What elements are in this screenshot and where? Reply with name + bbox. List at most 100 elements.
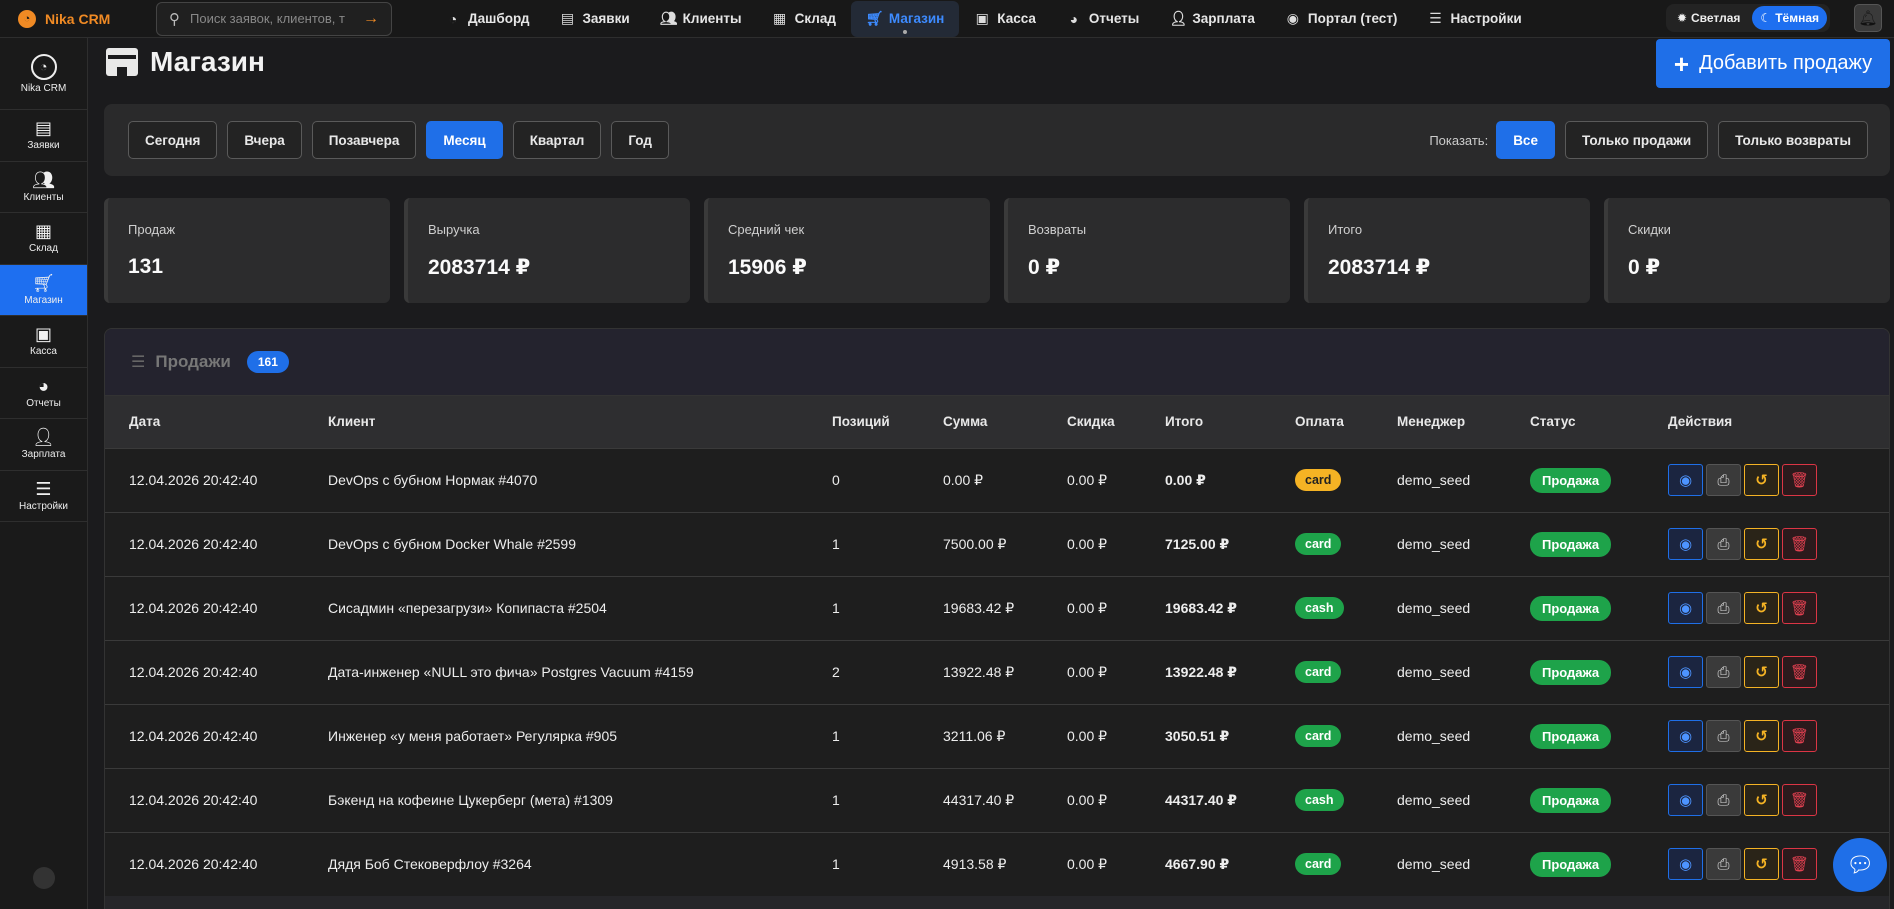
return-button[interactable]: ↺ [1744,592,1779,624]
view-button[interactable]: ◉ [1668,784,1703,816]
return-button[interactable]: ↺ [1744,784,1779,816]
cell-date: 12.04.2026 20:42:40 [105,447,328,512]
print-button[interactable]: ⎙ [1706,848,1741,881]
cell-positions: 2 [832,639,943,704]
boxes-icon: ▦ [34,221,52,242]
trash-icon: 🗑︎ [1789,600,1810,617]
notifications-bell-icon[interactable]: 🔔︎ [1854,4,1882,32]
print-button[interactable]: ⎙ [1706,720,1741,752]
show-option-button-2[interactable]: Только возвраты [1718,121,1868,159]
delete-button[interactable]: 🗑︎ [1782,784,1817,816]
chat-bubble-icon[interactable]: 💬︎ [1833,838,1887,892]
table-body: 12.04.2026 20:42:40 DevOps с бубном Норма… [105,447,1889,896]
print-button[interactable]: ⎙ [1706,784,1741,816]
nav-item-9[interactable]: ☰ Настройки [1412,1,1536,37]
delete-button[interactable]: 🗑︎ [1782,592,1817,624]
nav-item-3[interactable]: ▦ Склад [757,1,851,37]
brand[interactable]: ◔ Nika CRM [0,9,146,28]
sales-panel: ☰ Продажи 161 Дата Клиент Позиций Сумма Скид… [104,328,1890,909]
theme-dark-button[interactable]: ☾ Тёмная [1752,6,1827,30]
search-submit-icon[interactable]: → [363,10,379,28]
cell-manager: demo_seed [1397,831,1530,896]
sidebar-item-6[interactable]: ◕ Отчеты [0,368,87,419]
view-button[interactable]: ◉ [1668,592,1703,624]
nav-item-6[interactable]: ◕ Отчеты [1051,1,1154,37]
return-button[interactable]: ↺ [1744,848,1779,881]
cell-discount: 0.00 ₽ [1067,511,1165,576]
period-button-4[interactable]: Квартал [512,121,602,159]
period-button-1[interactable]: Вчера [227,121,302,159]
view-button[interactable]: ◉ [1668,848,1703,881]
sidebar-item-2[interactable]: 👥︎ Клиенты [0,162,87,213]
stat-title: Возвраты [1028,222,1087,237]
sidebar-footer-avatar[interactable] [33,867,55,889]
nav-item-5[interactable]: ▣ Касса [959,1,1051,37]
view-button[interactable]: ◉ [1668,720,1703,752]
sidebar-item-0[interactable]: ◔ Nika CRM [0,38,87,110]
print-button[interactable]: ⎙ [1706,592,1741,624]
return-button[interactable]: ↺ [1744,528,1779,560]
nav-item-1[interactable]: ▤ Заявки [544,1,644,37]
cell-sum: 7500.00 ₽ [943,511,1067,576]
period-button-3[interactable]: Месяц [426,121,503,159]
view-button[interactable]: ◉ [1668,528,1703,560]
nav-item-label: Настройки [1450,11,1522,26]
store-icon [106,48,138,76]
sidebar-item-7[interactable]: 👤︎ Зарплата [0,419,87,471]
delete-button[interactable]: 🗑︎ [1782,848,1817,881]
nav-item-8[interactable]: ◉ Портал (тест) [1270,1,1413,37]
payment-badge: card [1295,469,1342,491]
cell-actions: ◉ ⎙ ↺ 🗑︎ [1668,511,1889,576]
cell-discount: 0.00 ₽ [1067,447,1165,512]
add-sale-button[interactable]: + Добавить продажу [1656,39,1890,88]
sidebar-item-1[interactable]: ▤ Заявки [0,110,87,162]
return-button[interactable]: ↺ [1744,720,1779,752]
sidebar-item-5[interactable]: ▣ Касса [0,316,87,368]
view-button[interactable]: ◉ [1668,464,1703,496]
status-badge: Продажа [1530,467,1612,493]
period-button-0[interactable]: Сегодня [128,121,218,159]
nav-item-4[interactable]: 🛒︎ Магазин [850,0,960,37]
stat-value: 0 ₽ [1028,256,1061,279]
eye-icon: ◉ [1678,664,1693,681]
theme-light-button[interactable]: ✹ Светлая [1669,6,1748,30]
delete-button[interactable]: 🗑︎ [1782,720,1817,752]
return-button[interactable]: ↺ [1744,464,1779,496]
cell-total: 3050.51 ₽ [1165,703,1295,768]
show-option-button-0[interactable]: Все [1496,121,1555,159]
eye-icon: ◉ [1678,728,1693,745]
print-button[interactable]: ⎙ [1706,656,1741,688]
sidebar-item-3[interactable]: ▦ Склад [0,213,87,265]
cell-status: Продажа [1530,511,1668,576]
cell-discount: 0.00 ₽ [1067,575,1165,640]
sidebar-item-8[interactable]: ☰ Настройки [0,471,87,522]
nav-item-0[interactable]: ◔ Дашборд [430,1,544,37]
print-button[interactable]: ⎙ [1706,464,1741,496]
cell-sum: 44317.40 ₽ [943,767,1067,832]
nav-item-7[interactable]: 👤︎ Зарплата [1154,1,1270,37]
delete-button[interactable]: 🗑︎ [1782,656,1817,688]
column-header: Позиций [832,414,890,430]
nav-item-2[interactable]: 👥︎ Клиенты [645,1,757,37]
delete-button[interactable]: 🗑︎ [1782,464,1817,496]
view-button[interactable]: ◉ [1668,656,1703,688]
theme-switch: ✹ Светлая ☾ Тёмная [1665,4,1830,32]
payment-badge: card [1295,853,1342,876]
cell-status: Продажа [1530,703,1668,768]
print-button[interactable]: ⎙ [1706,528,1741,560]
stat-title: Продаж [128,222,176,237]
status-badge: Продажа [1530,787,1612,813]
period-button-5[interactable]: Год [611,121,669,159]
return-button[interactable]: ↺ [1744,656,1779,688]
period-button-2[interactable]: Позавчера [311,121,417,159]
table-row: 12.04.2026 20:42:40 Бэкенд на кофеине Цук… [105,767,1889,832]
search-input[interactable] [190,11,353,26]
show-option-button-1[interactable]: Только продажи [1564,121,1709,159]
delete-button[interactable]: 🗑︎ [1782,528,1817,560]
brand-name: Nika CRM [45,10,111,27]
status-badge: Продажа [1530,659,1612,685]
stat-card: Продаж 131 [104,198,390,303]
sidebar-item-4[interactable]: 🛒︎ Магазин [0,264,87,316]
undo-icon: ↺ [1755,856,1768,874]
payment-badge: card [1295,725,1342,747]
